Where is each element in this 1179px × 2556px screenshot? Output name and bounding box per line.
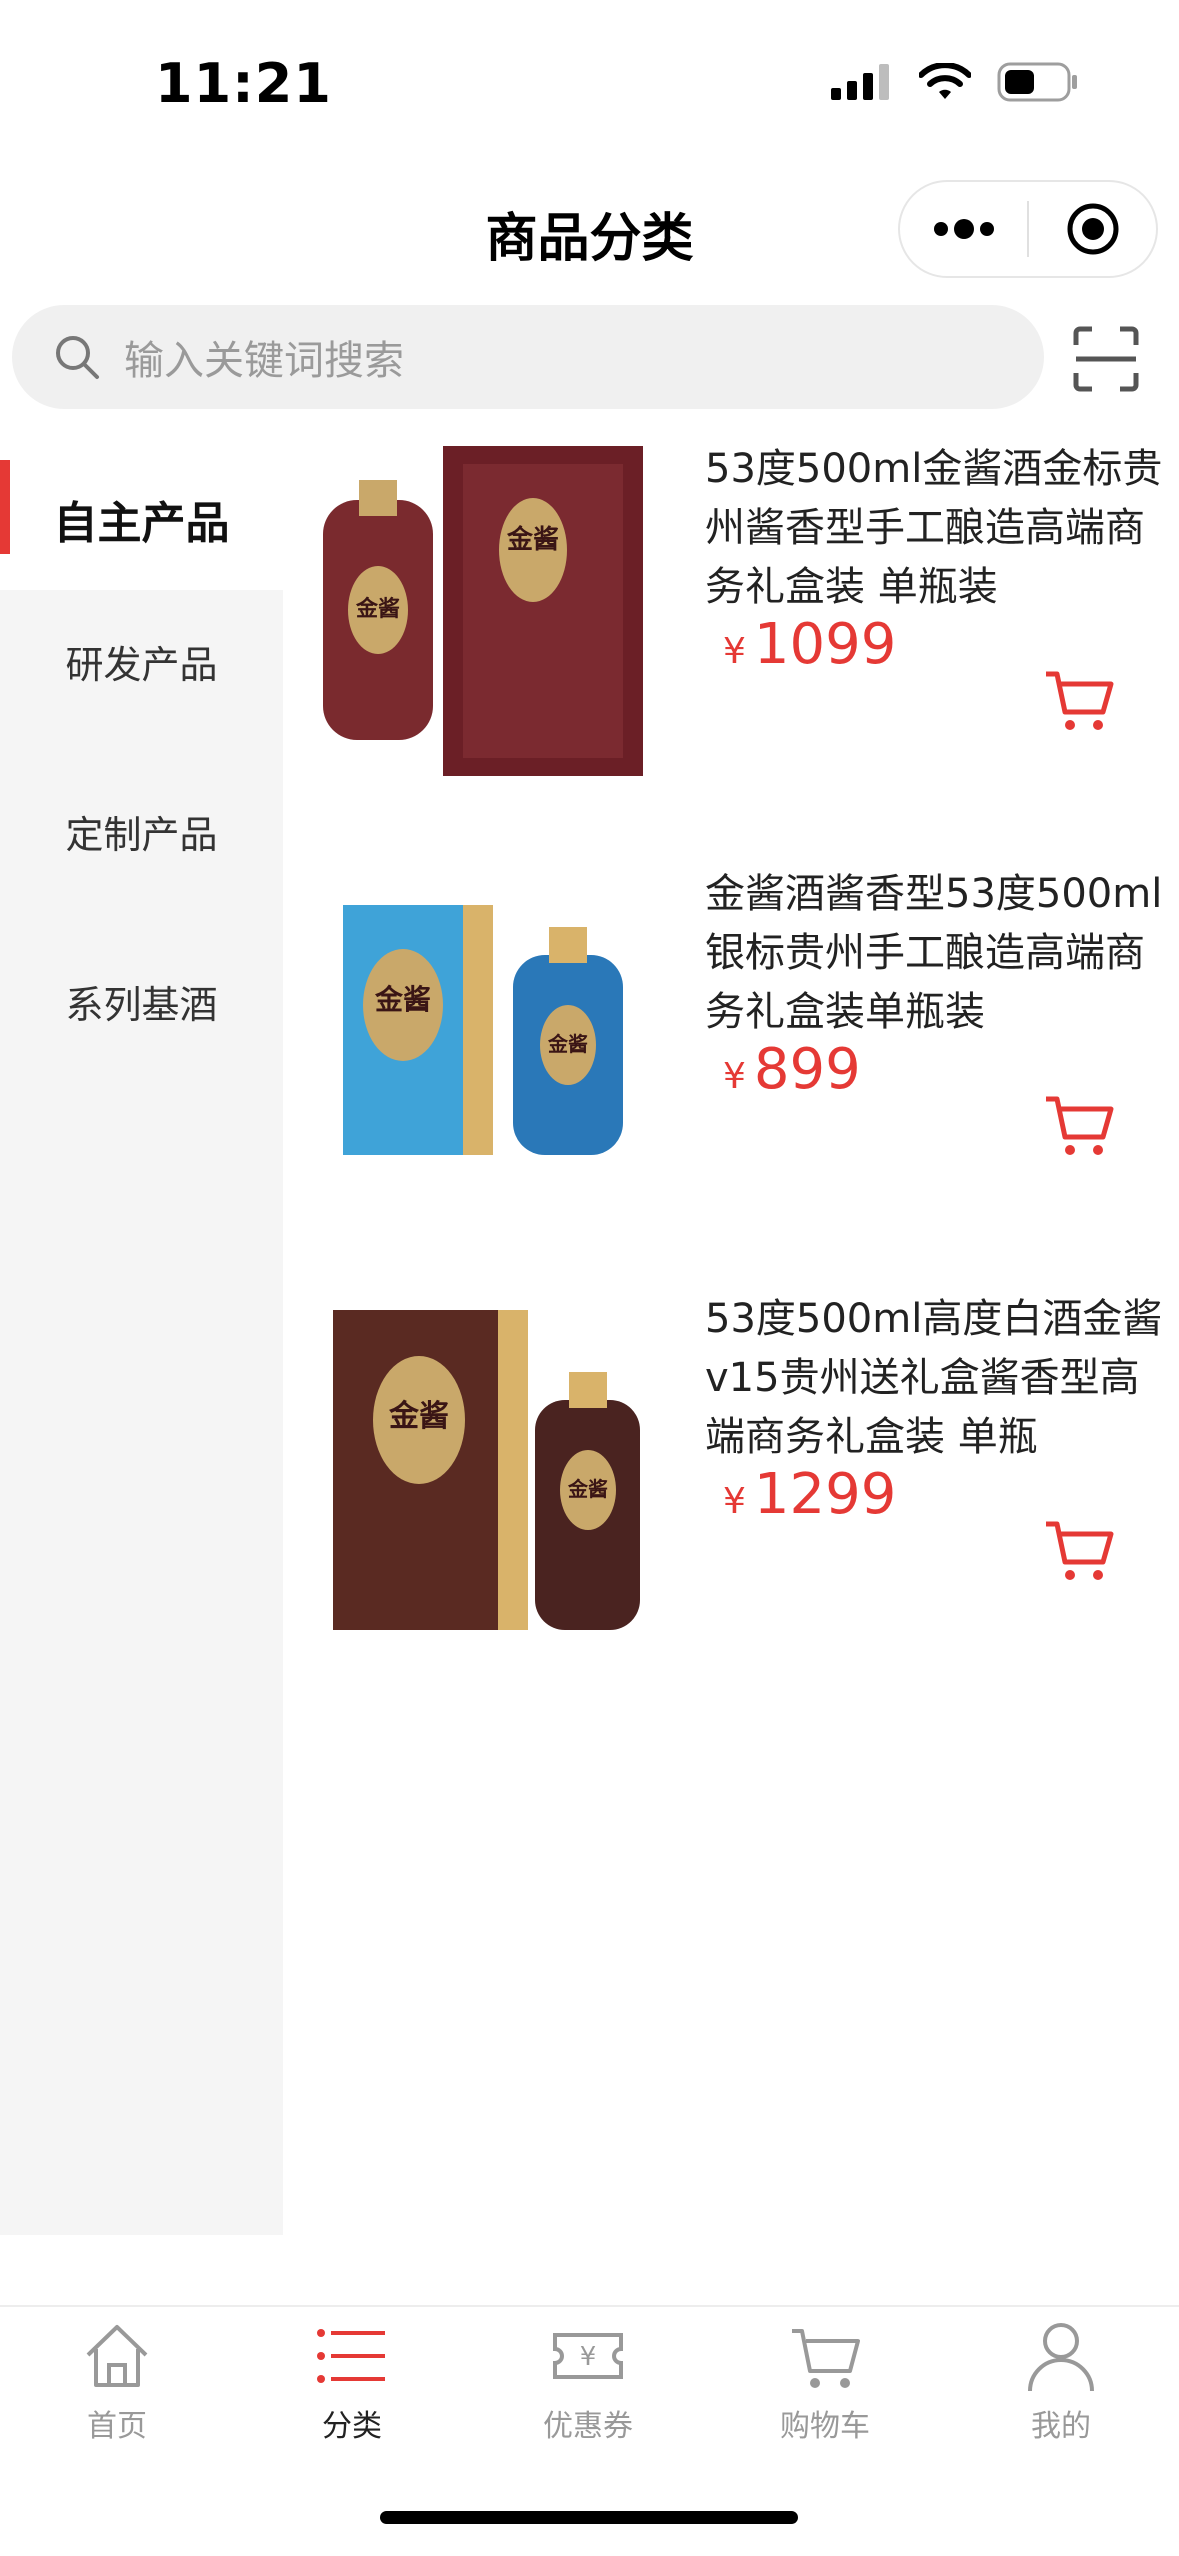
battery-icon	[997, 62, 1077, 102]
nav-header: 商品分类	[0, 170, 1179, 290]
bottle-logo: 金酱	[567, 1477, 608, 1501]
status-bar: 11:21	[0, 0, 1179, 170]
sidebar-item-base-liquor[interactable]: 系列基酒	[0, 930, 283, 1072]
tab-cart[interactable]: 购物车	[725, 2319, 925, 2459]
sidebar-item-custom-products[interactable]: 定制产品	[0, 760, 283, 902]
category-list-icon	[317, 2329, 385, 2383]
user-icon	[1028, 2323, 1094, 2392]
search-input[interactable]: 输入关键词搜索	[12, 305, 1044, 409]
product-image[interactable]: 金酱 金酱	[323, 865, 663, 1225]
product-price: ¥899	[723, 1037, 861, 1102]
tab-label: 分类	[322, 2409, 382, 2444]
box-logo: 金酱	[374, 983, 431, 1016]
wifi-icon	[919, 63, 971, 99]
box-logo: 金酱	[506, 524, 559, 555]
more-button[interactable]	[900, 182, 1027, 276]
tab-label: 首页	[87, 2409, 147, 2444]
active-marker	[0, 460, 10, 554]
product-name: 金酱酒酱香型53度500ml银标贵州手工酿造高端商务礼盒装单瓶装	[705, 871, 1163, 1035]
product-name: 53度500ml金酱酒金标贵州酱香型手工酿造高端商务礼盒装 单瓶装	[705, 446, 1163, 610]
add-to-cart-button[interactable]	[1043, 1518, 1115, 1584]
tab-profile[interactable]: 我的	[961, 2319, 1161, 2459]
cart-icon	[1046, 671, 1114, 730]
target-circle-icon	[1067, 203, 1118, 255]
tab-label: 购物车	[780, 2409, 870, 2444]
cart-icon	[792, 2329, 860, 2388]
sidebar-item-label: 定制产品	[65, 812, 218, 857]
tab-coupons[interactable]: ¥ 优惠券	[488, 2319, 688, 2459]
product-price: ¥1099	[723, 612, 896, 677]
sidebar-item-label: 系列基酒	[65, 982, 218, 1027]
product-image[interactable]: 金酱 金酱	[323, 440, 663, 800]
currency-symbol: ¥	[723, 1056, 746, 1097]
cart-icon	[1046, 1521, 1114, 1580]
scan-icon	[1073, 326, 1139, 392]
search-icon	[56, 336, 99, 379]
home-icon	[86, 2325, 148, 2387]
product-price: ¥1299	[723, 1462, 896, 1527]
status-icons	[831, 62, 1079, 102]
add-to-cart-button[interactable]	[1043, 1093, 1115, 1159]
svg-text:¥: ¥	[580, 2342, 597, 2372]
tab-category[interactable]: 分类	[252, 2319, 452, 2459]
mini-program-capsule	[898, 180, 1158, 278]
product-image[interactable]: 金酱 金酱	[323, 1290, 663, 1650]
more-dots-icon	[933, 219, 994, 239]
price-value: 1299	[753, 1462, 897, 1527]
box-logo: 金酱	[388, 1399, 449, 1434]
product-card[interactable]: 金酱 金酱 53度500ml金酱酒金标贵州酱香型手工酿造高端商务礼盒装 单瓶装 …	[283, 440, 1179, 860]
bottle-logo: 金酱	[547, 1032, 588, 1056]
scan-button[interactable]	[1072, 325, 1140, 393]
add-to-cart-button[interactable]	[1043, 668, 1115, 734]
currency-symbol: ¥	[723, 1481, 746, 1522]
sidebar-item-label: 研发产品	[65, 642, 218, 687]
tab-label: 我的	[1031, 2409, 1091, 2444]
currency-symbol: ¥	[723, 631, 746, 672]
price-value: 899	[753, 1037, 861, 1102]
product-name: 53度500ml高度白酒金酱v15贵州送礼盒酱香型高端商务礼盒装 单瓶	[705, 1296, 1163, 1460]
category-sidebar: 自主产品 研发产品 定制产品 系列基酒	[0, 448, 283, 2235]
sidebar-item-rd-products[interactable]: 研发产品	[0, 590, 283, 732]
cellular-signal-icon	[831, 64, 889, 100]
bottle-logo: 金酱	[355, 596, 400, 622]
sidebar-item-self-products[interactable]: 自主产品	[0, 448, 283, 590]
product-card[interactable]: 金酱 金酱 金酱酒酱香型53度500ml银标贵州手工酿造高端商务礼盒装单瓶装 ¥…	[283, 865, 1179, 1285]
sidebar-item-label: 自主产品	[53, 498, 230, 549]
product-card[interactable]: 金酱 金酱 53度500ml高度白酒金酱v15贵州送礼盒酱香型高端商务礼盒装 单…	[283, 1290, 1179, 1710]
search-placeholder: 输入关键词搜索	[124, 338, 404, 384]
close-button[interactable]	[1029, 182, 1156, 276]
price-value: 1099	[753, 612, 897, 677]
status-time: 11:21	[155, 52, 332, 115]
tab-home[interactable]: 首页	[17, 2319, 217, 2459]
tab-label: 优惠券	[543, 2409, 633, 2444]
coupon-icon: ¥	[553, 2333, 623, 2379]
cart-icon	[1046, 1096, 1114, 1155]
home-indicator	[380, 2511, 798, 2524]
